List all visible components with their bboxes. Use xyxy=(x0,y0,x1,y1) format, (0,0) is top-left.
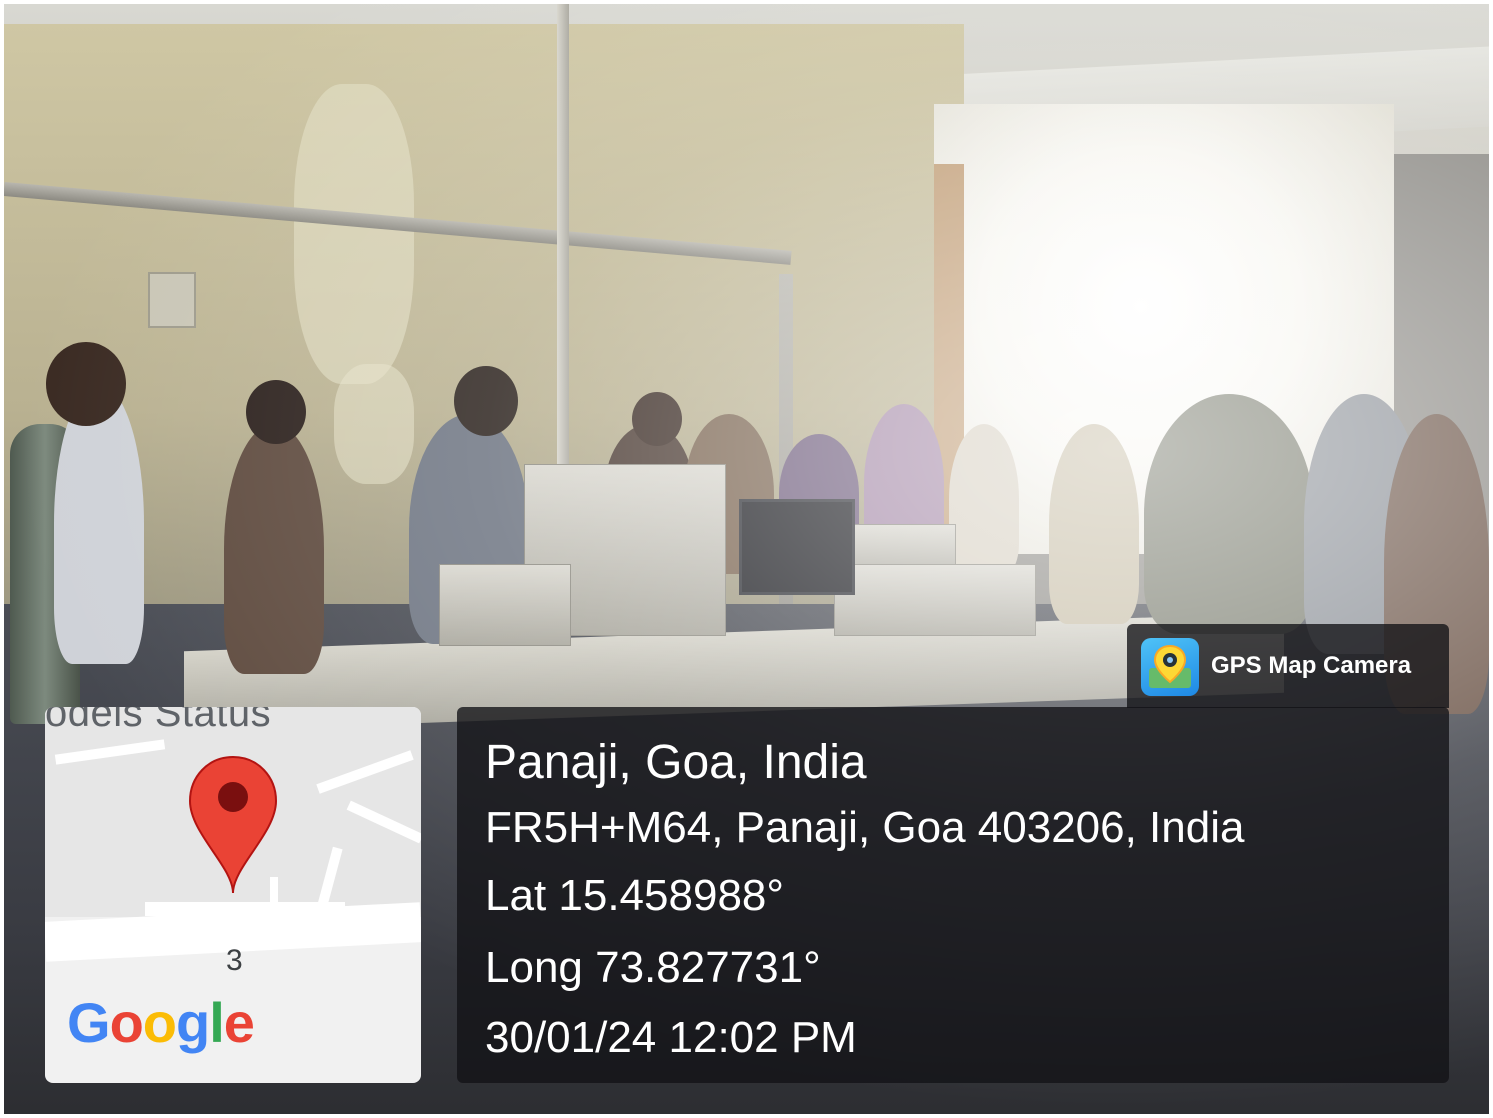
photo-frame: odels Status 3 Google GPS Map Camera Pan… xyxy=(4,4,1489,1114)
gps-info-panel: Panaji, Goa, India FR5H+M64, Panaji, Goa… xyxy=(457,707,1449,1083)
gps-camera-icon xyxy=(1141,638,1199,696)
address: FR5H+M64, Panaji, Goa 403206, India xyxy=(485,803,1245,852)
google-logo: Google xyxy=(67,990,255,1055)
latitude: Lat 15.458988° xyxy=(485,871,784,920)
map-pin-icon xyxy=(188,755,278,894)
google-logo-letter: o xyxy=(109,991,144,1054)
longitude: Long 73.827731° xyxy=(485,943,821,992)
google-logo-letter: e xyxy=(223,991,255,1054)
google-logo-letter: l xyxy=(209,991,225,1054)
gps-brand-name: GPS Map Camera xyxy=(1211,652,1412,679)
date-time: 30/01/24 12:02 PM xyxy=(485,1013,857,1062)
map-thumbnail: odels Status 3 Google xyxy=(45,707,421,1083)
google-logo-letter: g xyxy=(176,991,210,1054)
google-logo-letter: o xyxy=(142,991,177,1054)
place-name: Panaji, Goa, India xyxy=(485,736,867,789)
gps-brand-tab: GPS Map Camera xyxy=(1127,624,1449,708)
map-street-label: odels Status xyxy=(45,707,272,735)
map-road xyxy=(145,902,345,916)
google-logo-letter: G xyxy=(67,991,111,1054)
map-road-number: 3 xyxy=(226,944,243,977)
